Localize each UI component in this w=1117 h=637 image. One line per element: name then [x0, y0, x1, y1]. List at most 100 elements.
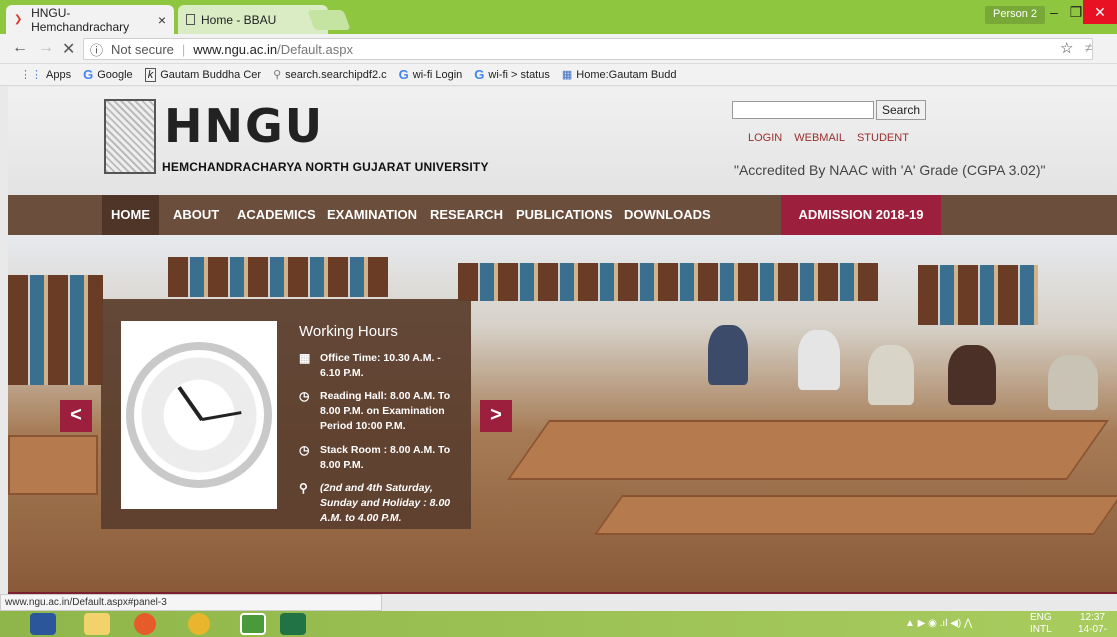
browser-tab-strip: ❯ HNGU-Hemchandrachary × Home - BBAU × P… — [0, 0, 1117, 34]
logo-subtitle: HEMCHANDRACHARYA NORTH GUJARAT UNIVERSIT… — [162, 160, 489, 174]
bookmark-label: wi-fi Login — [412, 68, 463, 81]
google-icon: G — [83, 67, 94, 82]
firefox-icon[interactable] — [134, 613, 156, 635]
tab-favicon-icon: ❯ — [14, 13, 23, 25]
office-time-row: ▦ Office Time: 10.30 A.M. - 6.10 P.M. — [299, 351, 459, 381]
holiday-text: (2nd and 4th Saturday, Sunday and Holida… — [320, 482, 451, 524]
language-indicator[interactable]: ENG INTL — [1030, 612, 1052, 636]
word-icon[interactable] — [30, 613, 56, 635]
forward-icon[interactable]: → — [38, 39, 54, 57]
tab-label: Home - BBAU — [201, 12, 277, 27]
carousel-next-button[interactable]: > — [480, 400, 512, 432]
desk-image — [8, 435, 98, 495]
chrome-icon[interactable] — [188, 613, 210, 635]
reading-hall-row: ◷ Reading Hall: 8.00 A.M. To 8.00 P.M. o… — [299, 389, 459, 434]
site-search-input[interactable] — [732, 101, 874, 119]
info-icon[interactable]: ⓘ — [90, 40, 103, 59]
bookmark-wifi-login[interactable]: Gwi-fi Login — [399, 67, 463, 82]
bookmark-google[interactable]: G Google — [83, 67, 133, 82]
nav-publications[interactable]: PUBLICATIONS — [507, 195, 622, 235]
clock-hand — [177, 386, 204, 422]
admission-button[interactable]: ADMISSION 2018-19 — [781, 195, 941, 235]
language-code: ENG — [1030, 612, 1052, 623]
holiday-row: ⚲ (2nd and 4th Saturday, Sunday and Holi… — [299, 481, 459, 526]
clock-date: 14-07-2018 — [1078, 624, 1107, 637]
reader-figure — [948, 345, 996, 405]
bookshelf-image — [918, 265, 1038, 325]
nav-about[interactable]: ABOUT — [164, 195, 228, 235]
url-host: www.ngu.ac.in — [193, 41, 278, 57]
tray-icons[interactable]: ▲ ▶ ◉ .ıl ◀) ⋀ — [905, 618, 972, 629]
working-hours-panel: Working Hours ▦ Office Time: 10.30 A.M. … — [101, 299, 471, 529]
clock-icon: ◷ — [299, 443, 310, 457]
bookmark-gautam[interactable]: k Gautam Buddha Cer — [144, 67, 261, 82]
search-icon: ⚲ — [273, 69, 282, 81]
working-hours-title: Working Hours — [299, 323, 398, 340]
extension-icon[interactable]: ≠ — [1085, 40, 1092, 55]
nav-downloads[interactable]: DOWNLOADS — [615, 195, 720, 235]
security-label: Not secure — [111, 41, 174, 57]
bookmark-home-gautam[interactable]: ▦ Home:Gautam Budd — [561, 68, 677, 82]
main-nav: HOME ABOUT ACADEMICS EXAMINATION RESEARC… — [8, 195, 1117, 235]
clock-time: 12:37 — [1079, 612, 1106, 623]
bookmark-label: wi-fi > status — [488, 68, 550, 81]
top-links: LOGIN WEBMAIL STUDENT — [748, 132, 909, 144]
site-search-button[interactable]: Search — [876, 100, 926, 120]
reload-stop-icon[interactable]: ✕ — [62, 39, 75, 59]
reading-hall-text: Reading Hall: 8.00 A.M. To 8.00 P.M. on … — [320, 390, 451, 432]
bookmarks-bar: ⋮⋮ Apps G Google k Gautam Buddha Cer ⚲ searc… — [0, 64, 1117, 86]
webmail-link[interactable]: WEBMAIL — [794, 132, 845, 144]
nav-research[interactable]: RESEARCH — [421, 195, 512, 235]
nav-examination[interactable]: EXAMINATION — [318, 195, 426, 235]
excel-icon[interactable] — [280, 613, 306, 635]
clock-icon — [126, 342, 272, 488]
status-bar-url: www.ngu.ac.in/Default.aspx#panel-3 — [0, 594, 382, 611]
calendar-icon: ▦ — [299, 351, 311, 365]
bookmark-star-icon[interactable]: ☆ — [1060, 39, 1073, 57]
reader-figure — [1048, 355, 1098, 410]
windows-taskbar: ▲ ▶ ◉ .ıl ◀) ⋀ ENG INTL 12:37 14-07-2018 — [0, 611, 1117, 637]
file-explorer-icon[interactable] — [84, 613, 110, 635]
carousel-prev-button[interactable]: < — [60, 400, 92, 432]
address-bar[interactable]: ⓘ Not secure | www.ngu.ac.in /Default.as… — [83, 38, 1093, 60]
login-link[interactable]: LOGIN — [748, 132, 782, 144]
accreditation-text: "Accredited By NAAC with 'A' Grade (CGPA… — [734, 162, 1046, 178]
divider: | — [181, 41, 186, 57]
clock-icon: ◷ — [299, 389, 310, 403]
bookmark-apps[interactable]: ⋮⋮ Apps — [20, 68, 71, 82]
desk-image — [593, 495, 1117, 535]
bookmark-label: Home:Gautam Budd — [576, 68, 677, 81]
tab-bbau[interactable]: Home - BBAU × — [178, 5, 328, 34]
google-icon: G — [474, 67, 485, 82]
university-emblem-icon — [104, 99, 156, 174]
stack-room-text: Stack Room : 8.00 A.M. To 8.00 P.M. — [320, 444, 451, 471]
reader-figure — [798, 330, 840, 390]
back-icon[interactable]: ← — [12, 39, 28, 57]
chrome-active-icon[interactable] — [240, 613, 266, 635]
student-link[interactable]: STUDENT — [857, 132, 909, 144]
site-icon: ▦ — [561, 69, 573, 81]
bookmark-label: search.searchipdf2.c — [285, 68, 387, 81]
tab-close-icon[interactable]: × — [158, 12, 166, 28]
tab-hngu[interactable]: ❯ HNGU-Hemchandrachary × — [6, 5, 174, 34]
tab-label: HNGU-Hemchandrachary — [31, 5, 130, 34]
language-sub: INTL — [1030, 624, 1052, 635]
url-path: /Default.aspx — [277, 41, 353, 57]
bookmark-search[interactable]: ⚲ search.searchipdf2.c — [273, 68, 387, 82]
logo-text[interactable]: HNGU — [164, 103, 324, 149]
nav-academics[interactable]: ACADEMICS — [228, 195, 325, 235]
profile-button[interactable]: Person 2 — [985, 6, 1046, 24]
clock-hand — [201, 411, 242, 421]
web-page: HNGU HEMCHANDRACHARYA NORTH GUJARAT UNIV… — [8, 87, 1117, 594]
location-pin-icon: ⚲ — [299, 481, 308, 495]
system-clock[interactable]: 12:37 14-07-2018 — [1068, 612, 1117, 637]
nav-home[interactable]: HOME — [102, 195, 159, 235]
library-banner: Working Hours ▦ Office Time: 10.30 A.M. … — [8, 235, 1117, 594]
close-window-icon[interactable]: ✕ — [1083, 0, 1117, 24]
google-icon: G — [398, 67, 409, 82]
bookmark-wifi-status[interactable]: Gwi-fi > status — [474, 67, 550, 82]
bookmark-label: Google — [97, 68, 133, 81]
desk-image — [506, 420, 1110, 480]
new-tab-button[interactable] — [307, 10, 351, 30]
apps-grid-icon: ⋮⋮ — [20, 69, 42, 81]
